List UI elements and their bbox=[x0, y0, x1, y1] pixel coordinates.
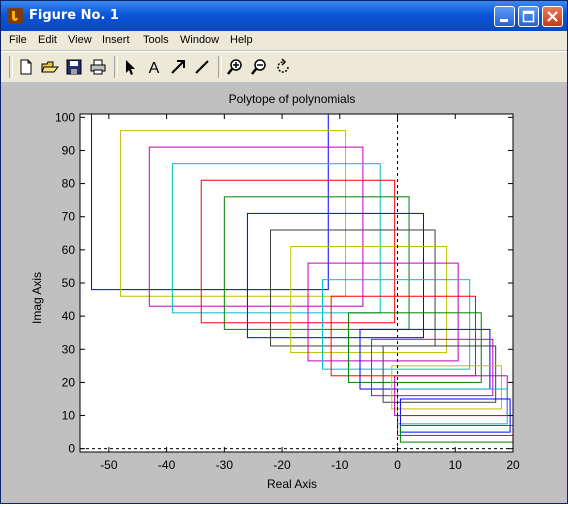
menu-edit[interactable]: Edit bbox=[38, 34, 57, 46]
menu-view[interactable]: View bbox=[68, 34, 92, 46]
y-axis-label: Imag Axis bbox=[30, 272, 44, 324]
x-tick-label: -50 bbox=[100, 458, 118, 472]
menu-bar: File Edit View Insert Tools Window Help bbox=[1, 31, 567, 50]
svg-text:A: A bbox=[149, 60, 160, 76]
x-tick-label: -20 bbox=[273, 458, 291, 472]
menu-help[interactable]: Help bbox=[230, 34, 253, 46]
zoom-out-icon[interactable] bbox=[250, 58, 268, 76]
y-tick-label: 20 bbox=[62, 375, 76, 389]
close-button[interactable] bbox=[542, 6, 563, 27]
new-figure-icon[interactable] bbox=[17, 58, 35, 76]
maximize-button[interactable] bbox=[518, 6, 539, 27]
x-tick-label: -30 bbox=[216, 458, 234, 472]
minimize-button[interactable] bbox=[494, 6, 515, 27]
y-tick-label: 90 bbox=[62, 143, 76, 157]
x-tick-label: 20 bbox=[506, 458, 520, 472]
y-tick-label: 70 bbox=[62, 210, 76, 224]
toolbar-separator bbox=[114, 56, 118, 78]
save-icon[interactable] bbox=[65, 58, 83, 76]
toolbar-separator bbox=[9, 56, 13, 78]
insert-line-icon[interactable] bbox=[193, 58, 211, 76]
maximize-icon bbox=[522, 10, 535, 23]
menu-tools[interactable]: Tools bbox=[143, 34, 169, 46]
menu-insert[interactable]: Insert bbox=[102, 34, 130, 46]
close-icon bbox=[547, 11, 558, 22]
x-tick-label: -40 bbox=[158, 458, 176, 472]
title-bar[interactable]: Figure No. 1 bbox=[1, 1, 567, 31]
minimize-icon bbox=[500, 19, 508, 22]
y-tick-label: 50 bbox=[62, 276, 76, 290]
menu-window[interactable]: Window bbox=[180, 34, 219, 46]
toolbar-separator bbox=[218, 56, 222, 78]
zoom-in-icon[interactable] bbox=[226, 58, 244, 76]
x-axis-label: Real Axis bbox=[267, 477, 317, 491]
y-tick-label: 10 bbox=[62, 409, 76, 423]
y-tick-label: 80 bbox=[62, 177, 76, 191]
y-tick-label: 30 bbox=[62, 342, 76, 356]
polytope-chart[interactable]: -50 -40 -30 -20 -10 0 10 20 0 10 20 30 40 50 60 70 80 90… bbox=[1, 82, 567, 503]
edit-plot-arrow-icon[interactable] bbox=[121, 58, 139, 76]
x-tick-label: -10 bbox=[331, 458, 349, 472]
figure-canvas: -50 -40 -30 -20 -10 0 10 20 0 10 20 30 40 50 60 70 80 90… bbox=[1, 82, 567, 503]
x-tick-label: 10 bbox=[449, 458, 463, 472]
y-tick-label: 40 bbox=[62, 309, 76, 323]
y-tick-label: 0 bbox=[68, 442, 75, 456]
matlab-logo-icon bbox=[7, 8, 23, 24]
insert-text-icon[interactable]: A bbox=[145, 58, 163, 76]
insert-arrow-icon[interactable] bbox=[169, 58, 187, 76]
y-tick-label: 100 bbox=[55, 110, 75, 124]
print-icon[interactable] bbox=[89, 58, 107, 76]
chart-title: Polytope of polynomials bbox=[229, 92, 356, 106]
window-title: Figure No. 1 bbox=[29, 8, 119, 23]
open-file-icon[interactable] bbox=[41, 58, 59, 76]
figure-toolbar: A bbox=[1, 51, 567, 83]
plot-area[interactable] bbox=[80, 114, 513, 452]
rotate-3d-icon[interactable] bbox=[274, 58, 292, 76]
matlab-figure-window: Figure No. 1 File Edit View Insert Tools… bbox=[0, 0, 568, 504]
x-tick-label: 0 bbox=[394, 458, 401, 472]
y-tick-label: 60 bbox=[62, 243, 76, 257]
menu-file[interactable]: File bbox=[9, 34, 27, 46]
